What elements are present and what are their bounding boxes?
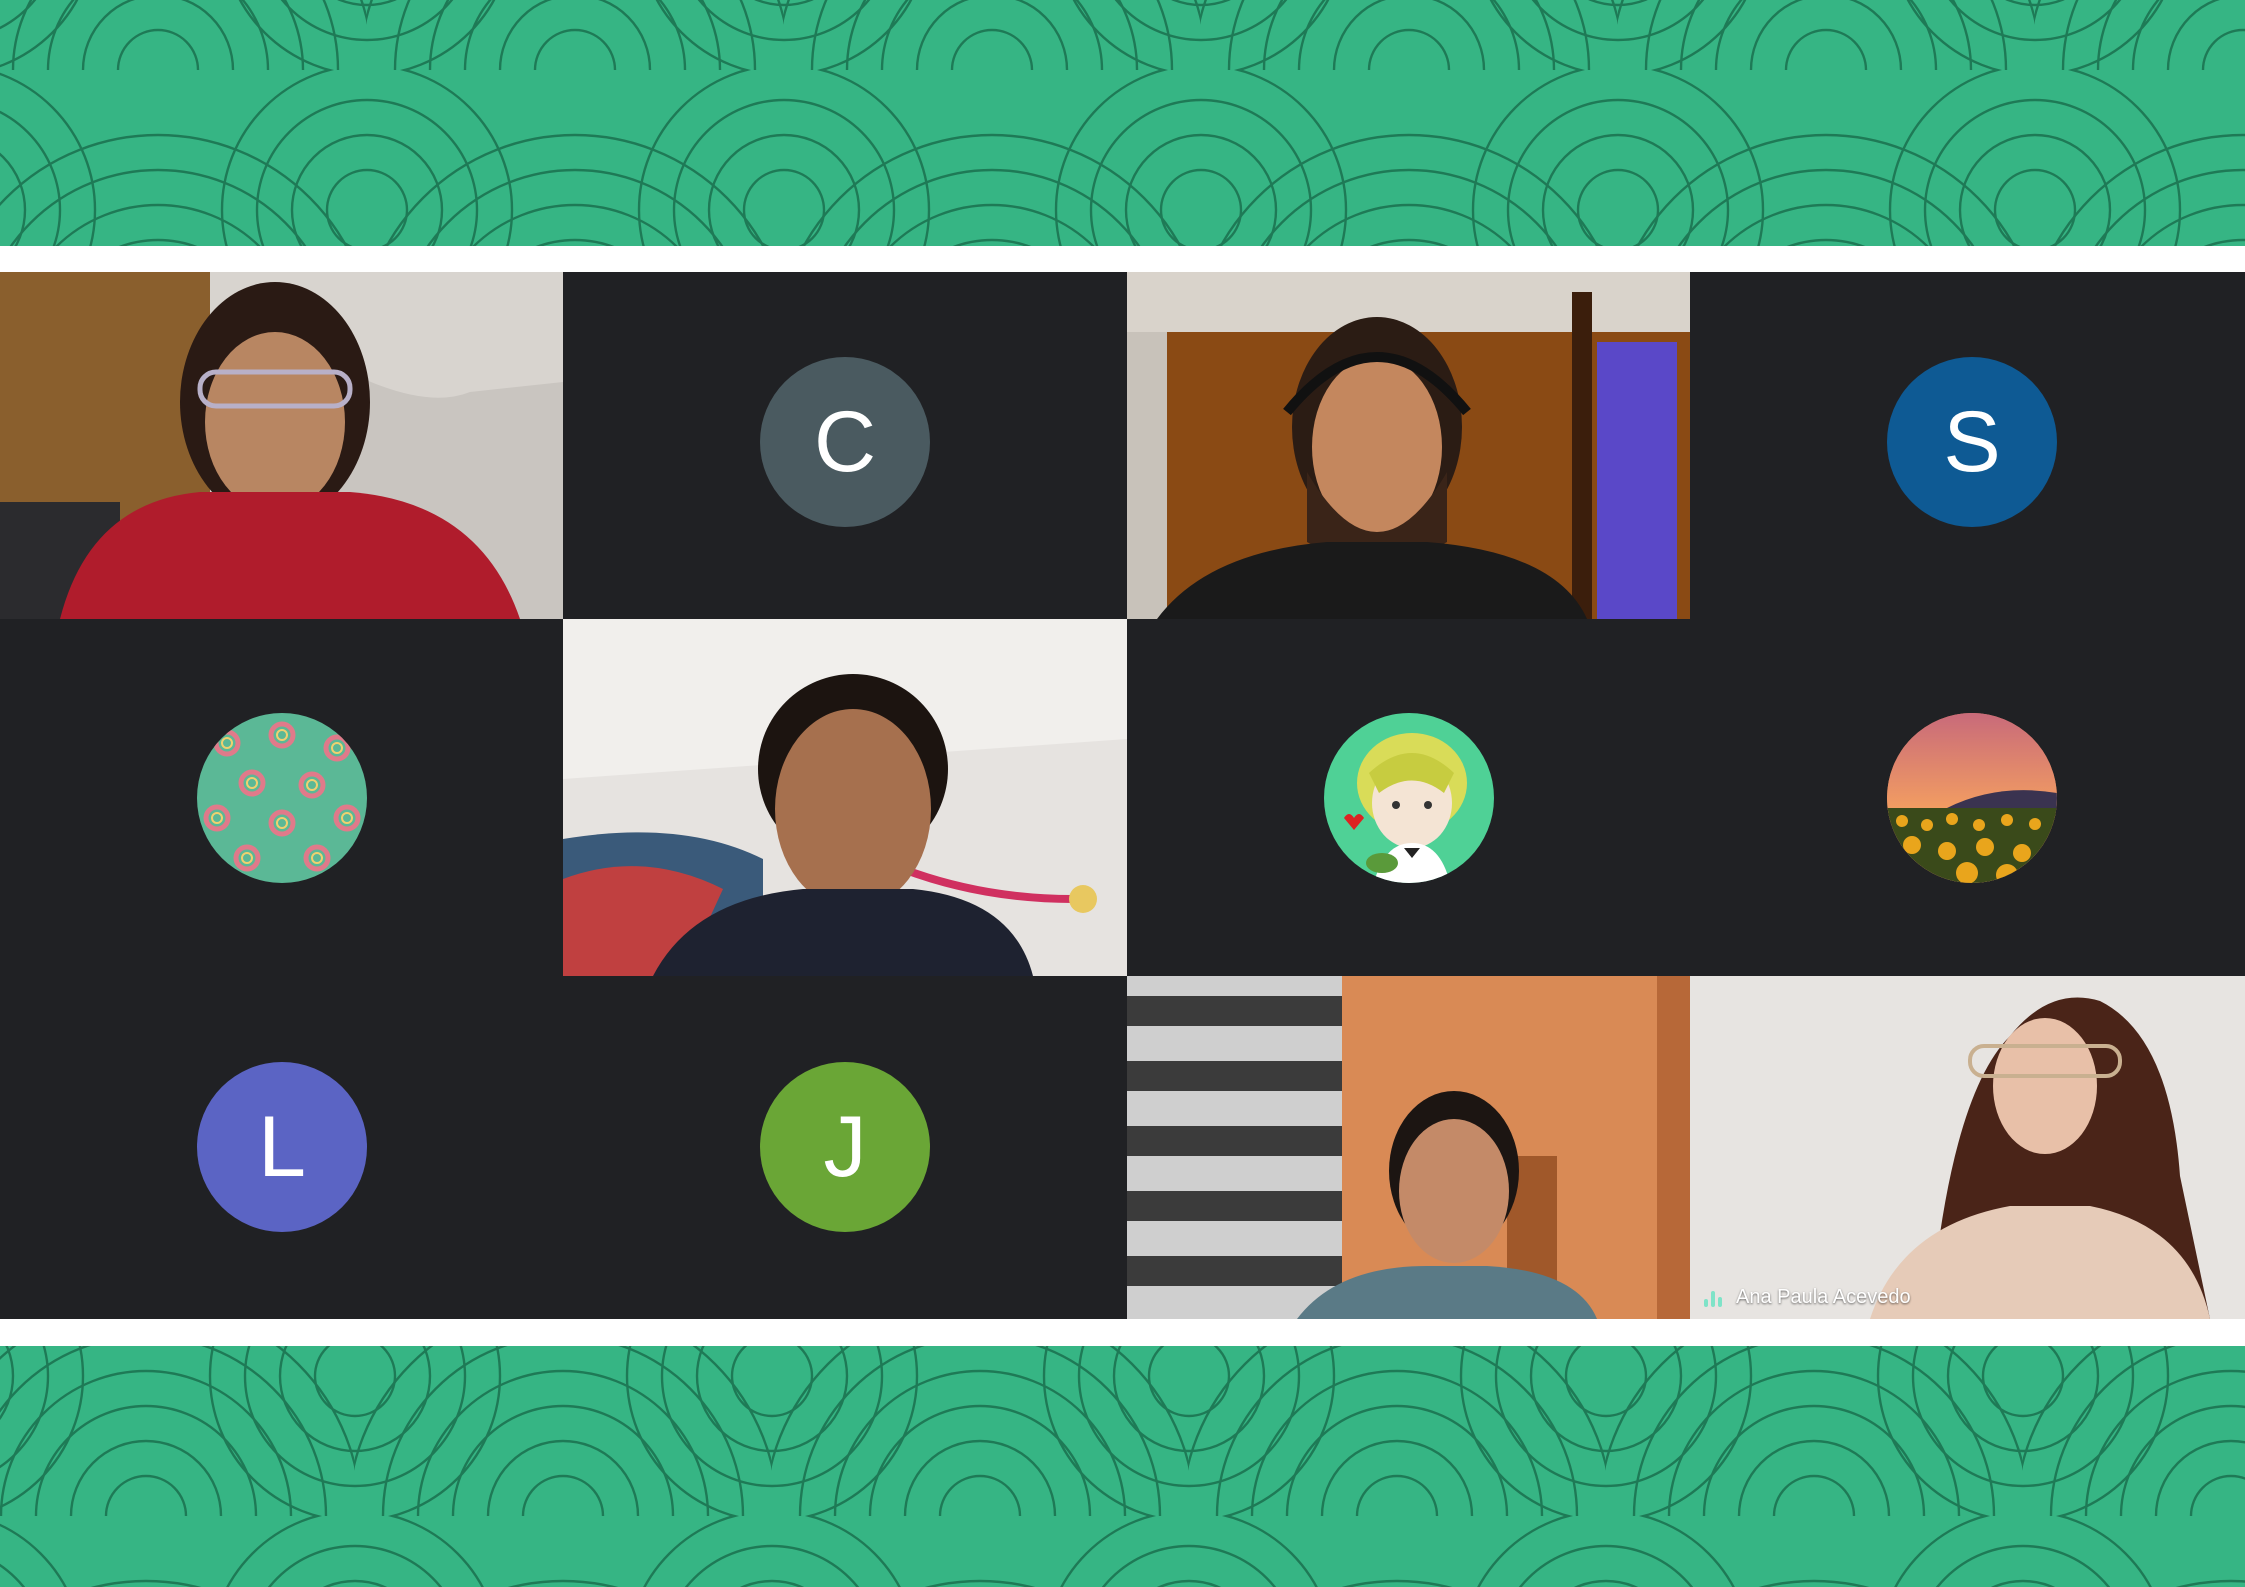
participant-video-feed	[0, 272, 563, 619]
participant-name: Ana Paula Acevedo	[1736, 1286, 1911, 1308]
avatar-initial-text: L	[258, 1098, 306, 1195]
concentric-circle-pattern	[0, 1346, 2245, 1587]
participant-avatar-initial: S	[1887, 357, 2057, 527]
avatar-initial-text: J	[823, 1098, 867, 1195]
participant-tile-11[interactable]	[1127, 976, 1690, 1319]
sunflower-field-avatar	[1887, 713, 2057, 883]
video-call-grid: C S L J Ana Paula Acevedo	[0, 272, 2245, 1319]
participant-tile-1[interactable]	[0, 272, 563, 619]
participant-video-feed	[1690, 976, 2245, 1319]
participant-avatar-initial: C	[760, 357, 930, 527]
participant-video-feed	[1127, 976, 1690, 1319]
participant-tile-9[interactable]: L	[0, 976, 563, 1319]
participant-tile-12-active-speaker[interactable]: Ana Paula Acevedo	[1690, 976, 2245, 1319]
avatar-initial-text: C	[813, 393, 877, 490]
anime-character-avatar	[1324, 713, 1494, 883]
participant-name-tag: Ana Paula Acevedo	[1704, 1286, 1911, 1309]
decorative-banner-bottom	[0, 1346, 2245, 1587]
avatar-initial-text: S	[1943, 393, 2001, 490]
participant-video-feed	[1127, 272, 1690, 619]
participant-tile-2[interactable]: C	[563, 272, 1127, 619]
decorative-banner-top	[0, 0, 2245, 246]
participant-tile-7[interactable]	[1127, 619, 1690, 976]
speaking-indicator-icon	[1704, 1289, 1722, 1307]
participant-avatar-initial: L	[197, 1062, 367, 1232]
participant-tile-10[interactable]: J	[563, 976, 1127, 1319]
participant-tile-5[interactable]	[0, 619, 563, 976]
participant-avatar-initial: J	[760, 1062, 930, 1232]
participant-tile-6[interactable]	[563, 619, 1127, 976]
participant-tile-4[interactable]: S	[1690, 272, 2245, 619]
participant-tile-3[interactable]	[1127, 272, 1690, 619]
concentric-circle-pattern	[0, 0, 2245, 246]
participant-video-feed	[563, 619, 1127, 976]
donut-pattern-avatar	[197, 713, 367, 883]
participant-tile-8[interactable]	[1690, 619, 2245, 976]
